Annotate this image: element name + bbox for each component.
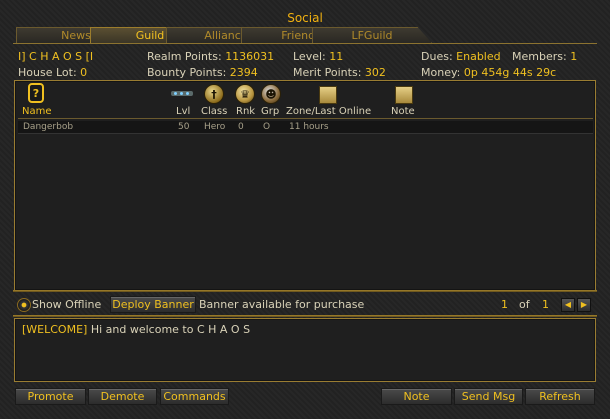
house-lot: House Lot: 0 [18, 66, 88, 79]
window-title: Social [287, 11, 323, 25]
realm-points: Realm Points: 1136031 [147, 50, 275, 63]
help-icon[interactable]: ? [28, 83, 44, 103]
send-msg-button[interactable]: Send Msg [454, 388, 523, 405]
column-header-class[interactable]: Class [201, 106, 227, 117]
table-row[interactable]: Dangerbob 50 Hero 0 O 11 hours [18, 121, 593, 134]
guild-name: I] C H A O S [I [18, 50, 94, 63]
demote-button[interactable]: Demote [88, 388, 157, 405]
promote-button[interactable]: Promote [15, 388, 86, 405]
header-separator [18, 118, 593, 119]
column-header-note[interactable]: Note [391, 106, 415, 117]
page-current: 1 [501, 298, 508, 311]
list-divider [13, 290, 597, 292]
motd-panel[interactable]: [WELCOME] Hi and welcome to C H A O S [14, 318, 596, 382]
tab-lfguild[interactable]: LFGuild [312, 27, 432, 43]
members-count: Members: 1 [512, 50, 578, 63]
map-icon [319, 86, 337, 104]
deploy-banner-button[interactable]: Deploy Banner [110, 296, 196, 313]
member-name: Dangerbob [23, 122, 74, 132]
column-header-level[interactable]: Lvl [176, 106, 190, 117]
column-header-group[interactable]: Grp [261, 106, 279, 117]
tab-divider [13, 43, 597, 44]
column-header-name[interactable]: Name [22, 106, 52, 117]
money: Money: 0p 454g 44s 29c [421, 66, 557, 79]
prev-page-button[interactable]: ◀ [561, 298, 575, 312]
triangle-left-icon: ◀ [564, 300, 572, 309]
bounty-points: Bounty Points: 2394 [147, 66, 258, 79]
dues: Dues: Enabled [421, 50, 501, 63]
show-offline-label[interactable]: Show Offline [32, 298, 101, 311]
note-scroll-icon [395, 86, 413, 104]
sword-icon: † [204, 84, 224, 104]
member-rank: 0 [238, 122, 244, 132]
show-offline-radio[interactable] [17, 298, 31, 312]
column-header-zone[interactable]: Zone/Last Online [286, 106, 371, 117]
note-button[interactable]: Note [381, 388, 452, 405]
motd-text: [WELCOME] Hi and welcome to C H A O S [22, 323, 251, 336]
merit-points: Merit Points: 302 [293, 66, 386, 79]
column-header-rank[interactable]: Rnk [236, 106, 255, 117]
rank-crown-icon: ♛ [235, 84, 255, 104]
refresh-button[interactable]: Refresh [525, 388, 595, 405]
member-level: 50 [178, 122, 190, 132]
commands-button[interactable]: Commands [160, 388, 229, 405]
member-zone: 11 hours [289, 122, 329, 132]
page-of: of [519, 298, 530, 311]
guild-level: Level: 11 [293, 50, 344, 63]
member-group: O [263, 122, 271, 132]
level-icon [171, 91, 193, 96]
triangle-right-icon: ▶ [580, 300, 588, 309]
member-class: Hero [204, 122, 226, 132]
group-icon: ☻ [261, 84, 281, 104]
page-total: 1 [542, 298, 549, 311]
motd-divider [13, 315, 597, 317]
banner-status: Banner available for purchase [199, 298, 365, 311]
next-page-button[interactable]: ▶ [577, 298, 591, 312]
